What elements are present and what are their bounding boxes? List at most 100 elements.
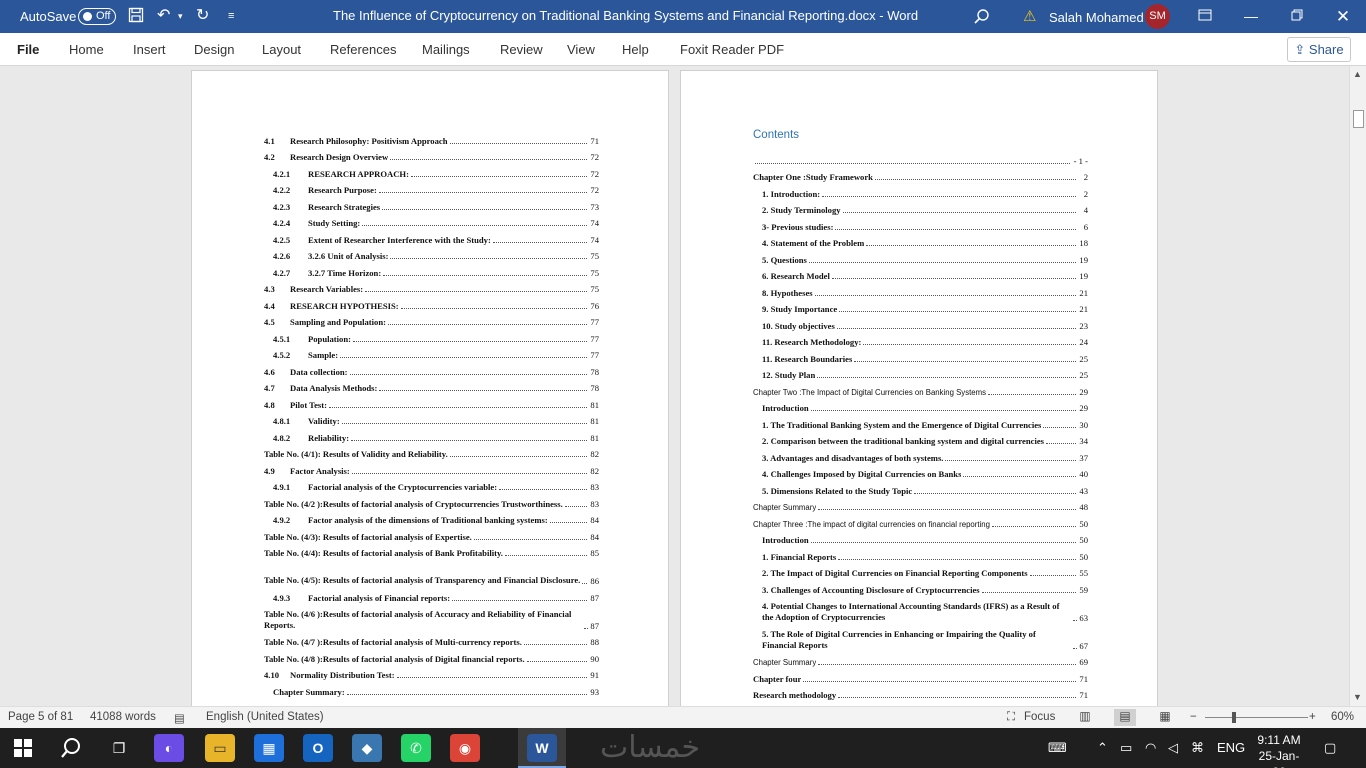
vertical-scrollbar[interactable]: ▲ ▼ <box>1349 66 1366 706</box>
autosave-toggle[interactable]: Off <box>78 8 116 25</box>
volume-icon[interactable]: ◁ <box>1168 740 1178 756</box>
toc-entry[interactable]: 4.5 Sampling and Population: 77 <box>264 311 599 327</box>
toc-entry[interactable]: 4.2.4 Study Setting: 74 <box>264 212 599 228</box>
toc-entry[interactable]: 4.8 Pilot Test: 81 <box>264 393 599 410</box>
toc-entry[interactable]: 4.7 Data Analysis Methods: 78 <box>264 377 599 393</box>
toc-entry[interactable]: 2. Study Terminology 4 <box>753 199 1088 215</box>
tab-insert[interactable]: Insert <box>133 42 166 57</box>
toc-entry[interactable]: Introduction 29 <box>753 397 1088 413</box>
toc-entry[interactable]: 4.2.7 3.2.7 Time Horizon: 75 <box>264 261 599 278</box>
toc-entry[interactable]: 5. The Role of Digital Currencies in Enh… <box>753 623 1088 651</box>
toc-entry[interactable]: 4.9.1 Factorial analysis of the Cryptocur… <box>264 476 599 492</box>
store-icon[interactable]: ▦ <box>254 734 284 762</box>
toc-entry[interactable]: 4.2.2 Research Purpose: 72 <box>264 179 599 195</box>
user-name[interactable]: Salah Mohamed <box>1049 10 1144 25</box>
toc-entry[interactable]: Table No. (4/7 ):Results of factorial an… <box>264 631 599 647</box>
toc-entry[interactable]: 4.2.3 Research Strategies 73 <box>264 195 599 212</box>
toc-entry[interactable]: Table No. (4/4): Results of factorial an… <box>264 542 599 558</box>
toc-entry[interactable]: 4.9.3 Factorial analysis of Financial rep… <box>264 586 599 603</box>
proofing-icon[interactable]: ▤ <box>174 711 185 725</box>
python-icon[interactable]: ◆ <box>352 734 382 762</box>
toc-entry[interactable]: 4.3 Research Variables: 75 <box>264 278 599 294</box>
tab-home[interactable]: Home <box>69 42 104 57</box>
minimize-icon[interactable]: — <box>1228 0 1274 33</box>
battery-icon[interactable]: ▭ <box>1120 740 1132 756</box>
toc-entry[interactable]: 4. Challenges Imposed by Digital Currenc… <box>753 463 1088 479</box>
toc-entry[interactable]: Table No. (4/1): Results of Validity and… <box>264 443 599 459</box>
toc-entry[interactable]: 4. Statement of the Problem 18 <box>753 232 1088 248</box>
toc-entry[interactable]: 4.9.2 Factor analysis of the dimensions o… <box>264 509 599 525</box>
toc-entry[interactable]: 1. Financial Reports 50 <box>753 545 1088 562</box>
toc-entry[interactable]: Research methodology 71 <box>753 684 1088 700</box>
toc-entry[interactable]: Chapter four 71 <box>753 667 1088 684</box>
toc-entry[interactable]: 4.2.5 Extent of Researcher Interference w… <box>264 228 599 245</box>
windows-start-icon[interactable] <box>8 734 38 762</box>
whatsapp-icon[interactable]: ✆ <box>401 734 431 762</box>
toc-entry[interactable]: 3- Previous studies: 6 <box>753 215 1088 232</box>
tab-mailings[interactable]: Mailings <box>422 42 470 57</box>
tab-design[interactable]: Design <box>194 42 234 57</box>
redo-icon[interactable]: ↻ <box>196 7 209 25</box>
toc-entry[interactable]: Table No. (4/8 ):Results of factorial an… <box>264 647 599 664</box>
zoom-level[interactable]: 60% <box>1331 711 1354 723</box>
toc-entry[interactable]: 4.8.2 Reliability: 81 <box>264 426 599 443</box>
notification-icon[interactable]: ▢ <box>1324 740 1336 756</box>
warning-icon[interactable]: ⚠ <box>1023 7 1036 25</box>
toc-entry[interactable]: 4.1 Research Philosophy: Positivism Appro… <box>264 129 599 146</box>
toc-entry[interactable]: - 1 - <box>753 149 1088 166</box>
toc-entry[interactable]: Table No. (4/5): Results of factorial an… <box>264 558 599 586</box>
toc-entry[interactable]: 5. Questions 19 <box>753 248 1088 265</box>
focus-label[interactable]: Focus <box>1024 711 1055 723</box>
toc-entry[interactable]: 4.2.6 3.2.6 Unit of Analysis: 75 <box>264 245 599 261</box>
read-mode-icon[interactable]: ▥ <box>1074 709 1096 726</box>
toc-entry[interactable]: Chapter Two :The Impact of Digital Curre… <box>753 380 1088 397</box>
toc-entry[interactable]: 4.8.1 Validity: 81 <box>264 410 599 426</box>
avatar[interactable]: SM <box>1145 4 1170 29</box>
tab-view[interactable]: View <box>567 42 595 57</box>
toc-entry[interactable]: 12. Study Plan 25 <box>753 364 1088 380</box>
toc-entry[interactable]: 4.5.1 Population: 77 <box>264 327 599 344</box>
toc-entry[interactable]: Chapter Summary 48 <box>753 496 1088 512</box>
chrome-icon[interactable]: ◉ <box>450 734 480 762</box>
keyboard-icon[interactable]: ⌨ <box>1048 740 1067 756</box>
toc-entry[interactable]: 11. Research Boundaries 25 <box>753 347 1088 364</box>
tab-help[interactable]: Help <box>622 42 649 57</box>
page-left[interactable]: 4.1 Research Philosophy: Positivism Appro… <box>191 70 669 706</box>
task-view-icon[interactable]: ❐ <box>104 734 134 762</box>
scroll-thumb[interactable] <box>1353 110 1364 128</box>
focus-icon[interactable]: ⛶ <box>1007 711 1015 724</box>
ribbon-display-icon[interactable] <box>1182 0 1228 33</box>
zoom-out-icon[interactable]: − <box>1190 711 1197 723</box>
zoom-slider-thumb[interactable] <box>1232 712 1236 723</box>
toc-entry[interactable]: Chapter One :Study Framework 2 <box>753 166 1088 182</box>
toc-entry[interactable]: 4.4 RESEARCH HYPOTHESIS: 76 <box>264 294 599 311</box>
undo-dropdown-icon[interactable]: ▾ <box>178 7 183 25</box>
scroll-down-icon[interactable]: ▼ <box>1353 692 1362 702</box>
toc-entry[interactable]: 4.2 Research Design Overview 72 <box>264 146 599 162</box>
copilot-icon[interactable]: ◐ <box>154 734 184 762</box>
toc-entry[interactable]: Introduction 50 <box>753 529 1088 545</box>
toc-entry[interactable]: Chapter Summary: 93 <box>264 680 599 697</box>
input-method-icon[interactable]: ⌘ <box>1191 740 1204 756</box>
save-icon[interactable] <box>128 7 144 28</box>
zoom-in-icon[interactable]: + <box>1309 711 1316 723</box>
toc-entry[interactable]: 1. The Traditional Banking System and th… <box>753 413 1088 430</box>
clock[interactable]: 9:11 AM 25-Jan-26 <box>1254 732 1304 768</box>
search-icon[interactable] <box>973 8 991 26</box>
toc-entry[interactable]: 5. Dimensions Related to the Study Topic… <box>753 479 1088 496</box>
toc-entry[interactable]: Table No. (4/2 ):Results of factorial an… <box>264 492 599 509</box>
tab-review[interactable]: Review <box>500 42 543 57</box>
zoom-slider[interactable] <box>1205 717 1308 718</box>
toc-entry[interactable]: 9. Study Importance 21 <box>753 298 1088 314</box>
web-layout-icon[interactable]: ▦ <box>1154 709 1176 726</box>
outlook-icon[interactable]: O <box>303 734 333 762</box>
toc-entry[interactable]: 3. Advantages and disadvantages of both … <box>753 446 1088 463</box>
toc-entry[interactable]: 2. The Impact of Digital Currencies on F… <box>753 562 1088 578</box>
toc-entry[interactable]: Table No. (4/3): Results of factorial an… <box>264 525 599 542</box>
close-icon[interactable]: ✕ <box>1320 0 1366 33</box>
tab-foxit-reader-pdf[interactable]: Foxit Reader PDF <box>680 42 784 57</box>
undo-icon[interactable]: ↶ <box>157 7 170 25</box>
restore-icon[interactable] <box>1274 0 1320 33</box>
tab-layout[interactable]: Layout <box>262 42 301 57</box>
toc-entry[interactable]: 4.2.1 RESEARCH APPROACH: 72 <box>264 162 599 179</box>
